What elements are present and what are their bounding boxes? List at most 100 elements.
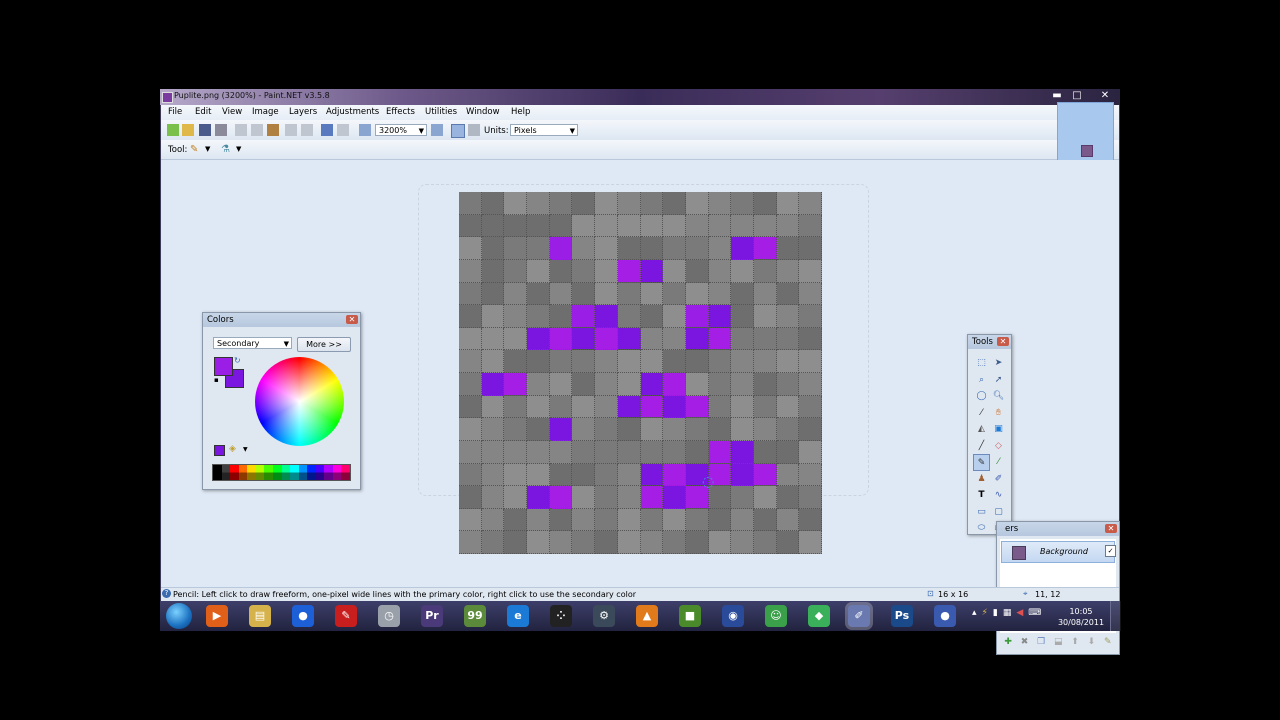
- pixel-stone[interactable]: [799, 192, 822, 215]
- menu-layers[interactable]: Layers: [289, 107, 317, 117]
- pixel-ore[interactable]: [708, 305, 732, 328]
- pixel-stone[interactable]: [549, 305, 573, 328]
- duplicate-layer-icon[interactable]: ❐: [1037, 635, 1045, 650]
- pixel-ore[interactable]: [640, 463, 664, 487]
- pixel-stone[interactable]: [459, 508, 482, 532]
- pixel-ore[interactable]: [685, 305, 709, 328]
- pixel-stone[interactable]: [572, 440, 596, 464]
- pixel-stone[interactable]: [685, 373, 709, 396]
- pixel-stone[interactable]: [708, 350, 732, 373]
- pixel-stone[interactable]: [685, 237, 709, 260]
- pixel-stone[interactable]: [640, 282, 664, 306]
- close-icon[interactable]: ✕: [1105, 524, 1117, 533]
- chevron-down-icon[interactable]: ▼: [205, 145, 210, 153]
- pixel-ore[interactable]: [527, 327, 550, 351]
- pixel-stone[interactable]: [799, 350, 822, 373]
- pixel-ore[interactable]: [640, 486, 664, 509]
- pixel-stone[interactable]: [459, 259, 482, 283]
- palette-swatch[interactable]: [255, 465, 265, 480]
- app-blue-icon[interactable]: ●: [292, 605, 314, 627]
- pixel-stone[interactable]: [776, 350, 800, 373]
- pixel-stone[interactable]: [595, 531, 618, 554]
- menu-utilities[interactable]: Utilities: [425, 107, 457, 117]
- pixel-ore[interactable]: [549, 237, 573, 260]
- color-picker-icon[interactable]: ⁄: [990, 454, 1007, 471]
- minimize-button[interactable]: ▬: [1048, 90, 1066, 102]
- move-selection-icon[interactable]: ➤: [990, 355, 1007, 372]
- pixel-stone[interactable]: [640, 508, 664, 532]
- pixel-ore[interactable]: [731, 237, 754, 260]
- zoom-in-icon[interactable]: [431, 124, 443, 136]
- pencil-icon[interactable]: ✎: [190, 144, 198, 155]
- palette-swatch[interactable]: [324, 465, 333, 480]
- text-icon[interactable]: T: [973, 487, 990, 504]
- blend-mode-icon[interactable]: ⚗: [221, 144, 230, 155]
- clone-stamp-icon[interactable]: ♟︎: [973, 471, 990, 488]
- app-99-icon[interactable]: 99: [464, 605, 486, 627]
- pixel-stone[interactable]: [481, 259, 505, 283]
- color-palette[interactable]: [212, 464, 351, 481]
- pan-icon[interactable]: ✋︎: [990, 405, 1007, 422]
- pixel-stone[interactable]: [504, 440, 528, 464]
- pixel-stone[interactable]: [799, 373, 822, 396]
- pixel-stone[interactable]: [504, 192, 528, 215]
- grid-icon[interactable]: [451, 124, 465, 138]
- lasso-select-icon[interactable]: ⌕: [973, 372, 990, 389]
- pixel-ore[interactable]: [617, 395, 641, 419]
- pixel-stone[interactable]: [685, 508, 709, 532]
- print-icon[interactable]: [215, 124, 227, 136]
- layer-row-background[interactable]: Background ✓: [1001, 541, 1116, 563]
- ruler-icon[interactable]: [468, 124, 480, 136]
- palette-swatch[interactable]: [230, 465, 239, 480]
- pixel-stone[interactable]: [527, 305, 550, 328]
- layer-properties-icon[interactable]: ✎: [1104, 635, 1112, 650]
- pixel-stone[interactable]: [617, 440, 641, 464]
- pixel-stone[interactable]: [685, 214, 709, 238]
- pixel-stone[interactable]: [708, 192, 732, 215]
- pixel-stone[interactable]: [731, 192, 754, 215]
- pixel-stone[interactable]: [799, 237, 822, 260]
- pixel-stone[interactable]: [640, 214, 664, 238]
- pixel-stone[interactable]: [504, 486, 528, 509]
- pixel-stone[interactable]: [753, 192, 777, 215]
- pixel-stone[interactable]: [731, 305, 754, 328]
- pixel-stone[interactable]: [527, 192, 550, 215]
- units-combo[interactable]: Pixels ▼: [510, 124, 578, 136]
- pixel-stone[interactable]: [504, 531, 528, 554]
- pixel-stone[interactable]: [481, 531, 505, 554]
- taskbar-clock[interactable]: 10:05 30/08/2011: [1054, 606, 1108, 628]
- pixel-stone[interactable]: [572, 395, 596, 419]
- palette-menu-icon[interactable]: ◈: [229, 444, 236, 454]
- pixel-stone[interactable]: [595, 192, 618, 215]
- layer-visibility-checkbox[interactable]: ✓: [1105, 545, 1116, 557]
- pixel-stone[interactable]: [504, 214, 528, 238]
- pixel-ore[interactable]: [481, 373, 505, 396]
- pixel-stone[interactable]: [595, 440, 618, 464]
- pixel-stone[interactable]: [776, 373, 800, 396]
- crop-icon[interactable]: [285, 124, 297, 136]
- pixel-stone[interactable]: [459, 237, 482, 260]
- menu-help[interactable]: Help: [511, 107, 530, 117]
- pixel-stone[interactable]: [617, 486, 641, 509]
- ellipse-select-icon[interactable]: ◯: [973, 388, 990, 405]
- pixel-stone[interactable]: [776, 508, 800, 532]
- pixel-stone[interactable]: [799, 531, 822, 554]
- close-icon[interactable]: ✕: [997, 337, 1009, 346]
- pixel-stone[interactable]: [504, 282, 528, 306]
- pixel-stone[interactable]: [731, 508, 754, 532]
- pixel-stone[interactable]: [663, 531, 686, 554]
- merge-layer-icon[interactable]: ⬓: [1054, 635, 1063, 650]
- internet-explorer-icon[interactable]: e: [507, 605, 529, 627]
- pixel-stone[interactable]: [459, 418, 482, 441]
- pixel-stone[interactable]: [685, 531, 709, 554]
- pixel-stone[interactable]: [459, 486, 482, 509]
- pixel-stone[interactable]: [731, 259, 754, 283]
- chevron-down-icon[interactable]: ▼: [243, 446, 248, 453]
- paint-bucket-icon[interactable]: ◭: [973, 421, 990, 438]
- pixel-stone[interactable]: [595, 463, 618, 487]
- pixel-ore[interactable]: [731, 463, 754, 487]
- pixel-stone[interactable]: [595, 508, 618, 532]
- pixel-stone[interactable]: [595, 486, 618, 509]
- pixel-stone[interactable]: [753, 395, 777, 419]
- pixel-stone[interactable]: [459, 463, 482, 487]
